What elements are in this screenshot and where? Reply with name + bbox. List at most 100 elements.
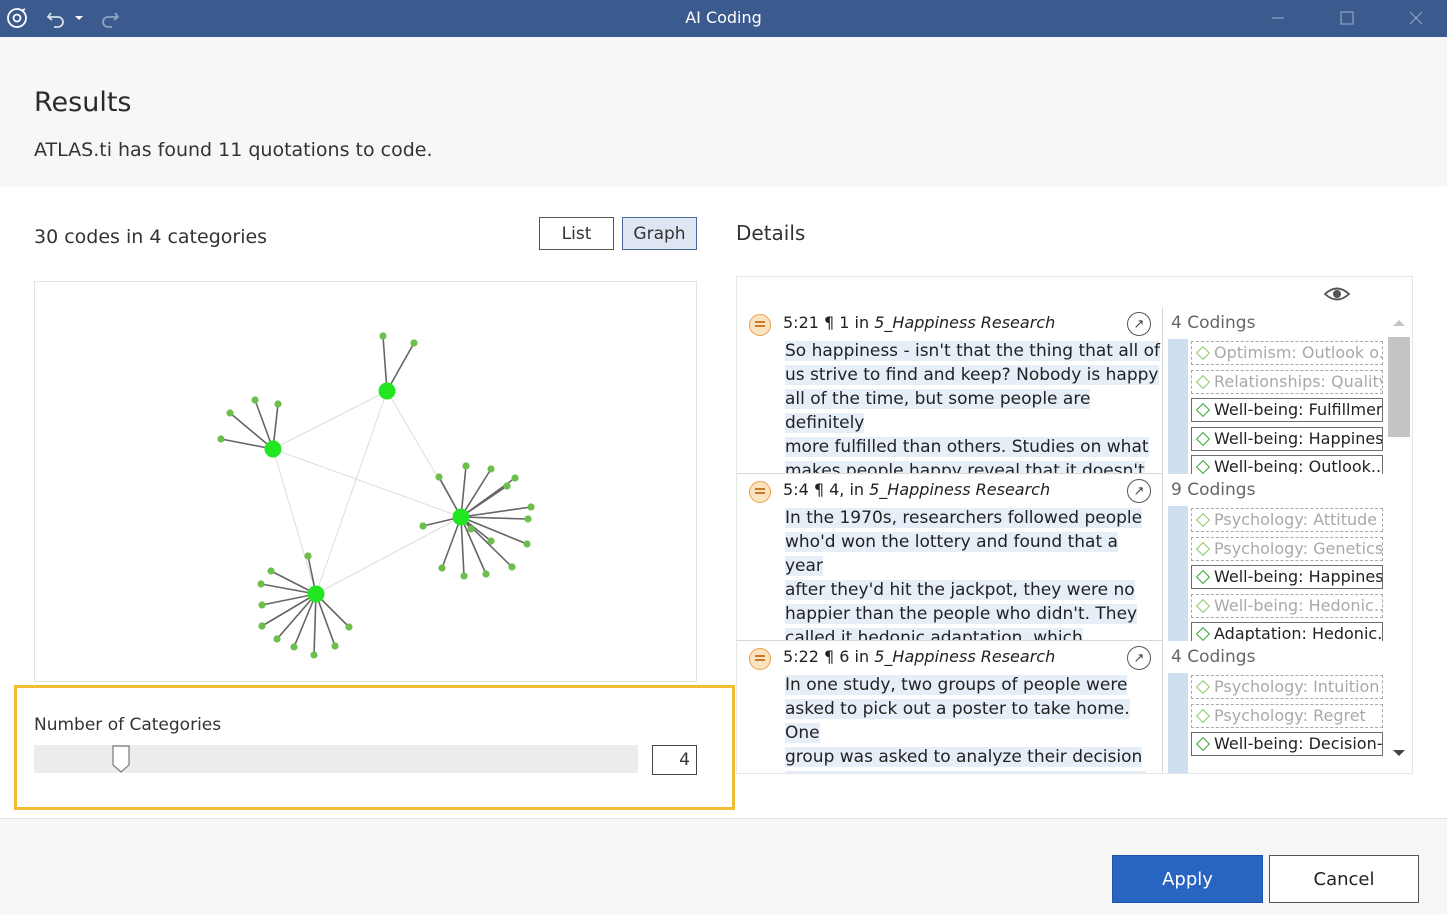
quotation-line: In the 1970s, researchers followed peopl… xyxy=(785,508,1143,528)
scroll-down-icon[interactable] xyxy=(1386,743,1412,763)
code-chip[interactable]: Relationships: Quality... xyxy=(1191,369,1383,394)
code-node xyxy=(251,396,259,404)
quotation-line: called it hedonic adaptation, which sugg… xyxy=(785,628,1083,640)
scroll-thumb[interactable] xyxy=(1388,337,1410,437)
code-node xyxy=(226,409,234,417)
open-quotation-icon[interactable]: ↗ xyxy=(1127,646,1151,670)
window-title: AI Coding xyxy=(685,8,762,27)
code-chip[interactable]: Psychology: Genetics xyxy=(1191,536,1383,561)
code-edge xyxy=(460,516,513,568)
code-node xyxy=(419,522,427,530)
code-edge xyxy=(293,593,317,648)
graph-canvas[interactable] xyxy=(35,282,698,683)
quotation-text: In the 1970s, researchers followed peopl… xyxy=(785,506,1161,640)
codings-count: 9 Codings xyxy=(1171,480,1256,500)
document-name: 5_Happiness Research xyxy=(874,647,1056,666)
eye-icon[interactable] xyxy=(1322,283,1352,305)
code-node xyxy=(511,474,519,482)
code-node xyxy=(467,525,475,533)
codings-bar xyxy=(1168,339,1188,474)
code-node xyxy=(379,332,387,340)
quotation-header: 5:22 ¶ 6 in 5_Happiness Research xyxy=(783,647,1055,666)
scroll-up-icon[interactable] xyxy=(1386,313,1412,333)
quotation-line: In one study, two groups of people were xyxy=(785,675,1128,695)
code-chip[interactable]: Well-being: Outlook... xyxy=(1191,455,1383,474)
code-edge xyxy=(460,516,529,520)
quotation-header: 5:21 ¶ 1 in 5_Happiness Research xyxy=(783,313,1055,332)
quotation-icon xyxy=(749,314,771,336)
code-chip[interactable]: Well-being: Happiness xyxy=(1191,565,1383,589)
document-name: 5_Happiness Research xyxy=(874,313,1056,332)
title-bar: AI Coding xyxy=(0,0,1447,37)
list-view-button[interactable]: List xyxy=(539,217,614,250)
code-node xyxy=(310,651,318,659)
apply-button[interactable]: Apply xyxy=(1112,855,1263,903)
code-node xyxy=(257,580,265,588)
category-node[interactable] xyxy=(307,585,325,603)
graph-view-button[interactable]: Graph xyxy=(622,217,697,250)
code-node xyxy=(410,339,418,347)
category-node[interactable] xyxy=(264,440,282,458)
code-chip[interactable]: Well-being: Hedonic... xyxy=(1191,593,1383,618)
code-node xyxy=(503,482,511,490)
codings-list: 4 Codings Psychology: Intuition Psychology… xyxy=(1163,641,1385,773)
minimize-icon[interactable] xyxy=(1258,3,1298,33)
category-link xyxy=(272,448,462,518)
quotation-item[interactable]: 5:21 ¶ 1 in 5_Happiness Research ↗ So happ… xyxy=(737,307,1162,474)
details-scrollbar[interactable] xyxy=(1386,311,1412,765)
codings-count: 4 Codings xyxy=(1171,647,1256,667)
category-node[interactable] xyxy=(378,382,396,400)
code-chip[interactable]: Well-being: Fulfillment xyxy=(1191,398,1383,422)
categories-slider[interactable] xyxy=(34,745,638,773)
document-name: 5_Happiness Research xyxy=(869,480,1051,499)
quotation-line: group was asked to analyze their decisio… xyxy=(785,747,1143,767)
category-node[interactable] xyxy=(452,508,470,526)
code-node xyxy=(273,635,281,643)
cancel-button[interactable]: Cancel xyxy=(1269,855,1419,903)
code-edge xyxy=(460,516,465,577)
code-node xyxy=(487,465,495,473)
code-node xyxy=(482,570,490,578)
quotation-line: after they'd hit the jackpot, they were … xyxy=(785,580,1135,600)
category-link xyxy=(315,516,462,595)
codings-list: 9 Codings Psychology: Attitude Psychology:… xyxy=(1163,474,1385,641)
maximize-icon[interactable] xyxy=(1327,3,1367,33)
code-chip[interactable]: Adaptation: Hedonic... xyxy=(1191,622,1383,641)
categories-label: Number of Categories xyxy=(34,715,222,735)
code-chip[interactable]: Psychology: Attitude xyxy=(1191,508,1383,532)
close-icon[interactable] xyxy=(1396,3,1436,33)
quotation-location: ¶ 4, in xyxy=(808,480,870,499)
quotation-icon xyxy=(749,648,771,670)
quotation-line: happier than the people who didn't. They xyxy=(785,604,1138,624)
code-chip[interactable]: Well-being: Decision-... xyxy=(1191,732,1383,756)
code-node xyxy=(274,400,282,408)
category-graph[interactable] xyxy=(34,281,697,682)
code-node xyxy=(523,540,531,548)
page-title: Results xyxy=(34,87,132,118)
quotation-item[interactable]: 5:4 ¶ 4, in 5_Happiness Research ↗ In the … xyxy=(737,474,1162,641)
code-chip[interactable]: Optimism: Outlook o... xyxy=(1191,341,1383,365)
code-chip[interactable]: Well-being: Happiness xyxy=(1191,426,1383,451)
quotation-line: makes people happy reveal that it doesn'… xyxy=(785,461,1145,473)
code-node xyxy=(460,572,468,580)
open-quotation-icon[interactable]: ↗ xyxy=(1127,479,1151,503)
code-node xyxy=(258,622,266,630)
code-node xyxy=(331,642,339,650)
quotation-item[interactable]: 5:22 ¶ 6 in 5_Happiness Research ↗ In one … xyxy=(737,641,1162,773)
category-link xyxy=(272,448,317,595)
code-chip[interactable]: Psychology: Intuition xyxy=(1191,675,1383,699)
quotation-id: 5:22 xyxy=(783,647,819,666)
code-node xyxy=(217,435,225,443)
codings-list: 4 Codings Optimism: Outlook o... Relations… xyxy=(1163,307,1385,474)
open-quotation-icon[interactable]: ↗ xyxy=(1127,312,1151,336)
code-node xyxy=(290,643,298,651)
quotation-location: ¶ 6 in xyxy=(818,647,875,666)
slider-handle[interactable] xyxy=(112,745,130,773)
code-chip[interactable]: Psychology: Regret xyxy=(1191,703,1383,728)
categories-control: Number of Categories 4 xyxy=(14,685,735,810)
code-node xyxy=(267,567,275,575)
quotation-location: ¶ 1 in xyxy=(818,313,875,332)
results-summary: ATLAS.ti has found 11 quotations to code… xyxy=(34,139,433,161)
code-node xyxy=(438,564,446,572)
categories-number-input[interactable]: 4 xyxy=(652,745,697,775)
